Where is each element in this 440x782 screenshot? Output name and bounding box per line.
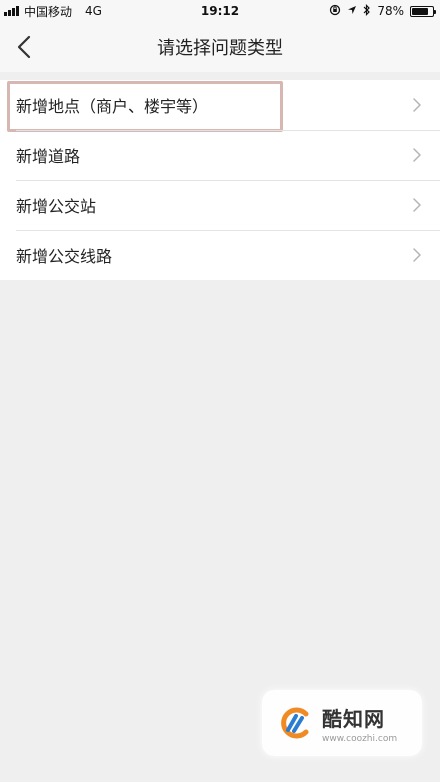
list-item-add-place[interactable]: 新增地点（商户、楼宇等） (0, 80, 440, 132)
coozhi-logo-icon (281, 707, 309, 739)
navigation-bar: 请选择问题类型 (0, 22, 440, 72)
list-item-label: 新增地点（商户、楼宇等） (16, 97, 209, 116)
chevron-right-icon (413, 148, 421, 162)
network-type: 4G (85, 4, 102, 18)
status-left: 中国移动 4G (4, 3, 102, 20)
location-arrow-icon (347, 5, 357, 17)
watermark-url: www.coozhi.com (322, 733, 398, 744)
status-right: 78% (329, 4, 436, 18)
list-item-label: 新增公交站 (16, 197, 97, 216)
battery-icon (410, 5, 436, 17)
rotation-lock-icon (329, 4, 341, 18)
list-item-add-road[interactable]: 新增道路 (0, 130, 440, 180)
bluetooth-icon (363, 4, 371, 18)
signal-strength-icon (4, 6, 19, 16)
chevron-left-icon (17, 35, 31, 59)
watermark-title: 酷知网 (322, 706, 385, 731)
chevron-right-icon (413, 98, 421, 112)
watermark: 酷知网 www.coozhi.com (262, 690, 422, 756)
back-button[interactable] (12, 34, 36, 60)
list-item-label: 新增公交线路 (16, 247, 113, 266)
chevron-right-icon (413, 248, 421, 262)
battery-percent: 78% (377, 4, 404, 18)
battery-fill (412, 7, 428, 15)
problem-type-list: 新增地点（商户、楼宇等） 新增道路 新增公交站 新增公交线路 (0, 80, 440, 280)
list-item-add-bus-stop[interactable]: 新增公交站 (0, 180, 440, 230)
page-title: 请选择问题类型 (157, 38, 283, 59)
watermark-text: 酷知网 www.coozhi.com (322, 703, 397, 744)
chevron-right-icon (413, 198, 421, 212)
status-bar: 中国移动 4G 19:12 78% (0, 0, 440, 22)
list-item-label: 新增道路 (16, 147, 81, 166)
carrier-name: 中国移动 (24, 4, 73, 19)
list-item-add-bus-line[interactable]: 新增公交线路 (0, 230, 440, 280)
